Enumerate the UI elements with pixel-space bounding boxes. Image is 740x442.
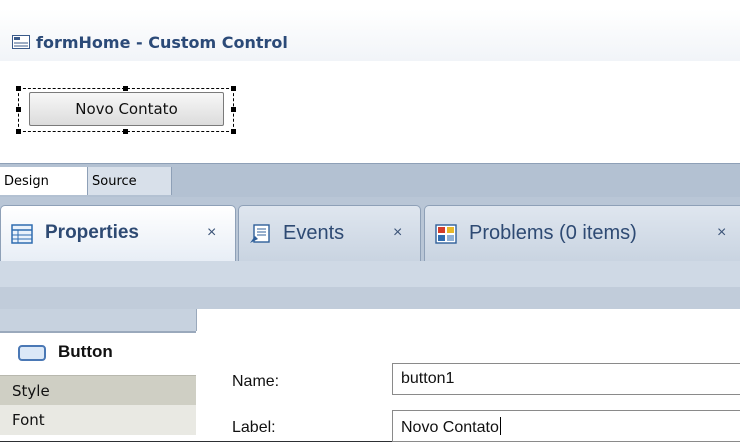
tab-problems[interactable]: Problems (0 items) × <box>424 205 740 261</box>
label-field[interactable]: Novo Contato <box>392 410 740 442</box>
resize-handle-tr[interactable] <box>231 86 236 91</box>
category-header-label: Button <box>58 342 113 361</box>
resize-handle-tl[interactable] <box>16 86 21 91</box>
resize-handle-mr[interactable] <box>231 107 236 112</box>
category-item-style[interactable]: Style <box>0 375 196 405</box>
resize-handle-tc[interactable] <box>123 86 128 91</box>
events-icon <box>250 224 270 243</box>
resize-handle-bl[interactable] <box>16 129 21 134</box>
editor-title: formHome - Custom Control <box>36 33 288 52</box>
tab-properties-label: Properties <box>45 222 139 243</box>
ide-window: formHome - Custom Control Novo Contato D… <box>0 0 740 442</box>
label-label: Label: <box>232 419 276 436</box>
properties-icon <box>11 224 33 244</box>
editor-header: formHome - Custom Control <box>0 9 740 61</box>
name-field[interactable]: button1 <box>392 363 740 395</box>
canvas-button-novo-contato[interactable]: Novo Contato <box>29 92 224 126</box>
name-label: Name: <box>232 373 280 390</box>
tab-source[interactable]: Source <box>88 167 172 195</box>
custom-control-icon <box>12 35 30 49</box>
views-toolbar <box>0 261 740 287</box>
close-icon[interactable]: × <box>717 224 726 242</box>
button-icon <box>18 345 46 361</box>
views-panel: Properties × Events × Problems (0 items)… <box>0 197 740 442</box>
resize-handle-br[interactable] <box>231 129 236 134</box>
design-canvas[interactable]: Novo Contato <box>0 61 740 163</box>
close-icon[interactable]: × <box>393 224 402 242</box>
text-caret <box>499 417 501 435</box>
resize-handle-bc[interactable] <box>123 129 128 134</box>
tab-events-label: Events <box>283 222 345 244</box>
close-icon[interactable]: × <box>207 224 216 242</box>
tab-properties[interactable]: Properties × <box>0 205 236 261</box>
views-tabbar: Properties × Events × Problems (0 items)… <box>0 205 740 261</box>
resize-handle-ml[interactable] <box>16 107 21 112</box>
tab-design[interactable]: Design <box>0 167 88 195</box>
category-header: Button <box>0 333 196 371</box>
category-item-font[interactable]: Font <box>0 405 196 435</box>
editor-pane: formHome - Custom Control Novo Contato <box>0 0 740 163</box>
properties-body: Button Style Font Name: button1 Label: N… <box>0 309 740 442</box>
problems-icon <box>435 224 457 244</box>
editor-mode-bar: Design Source <box>0 163 740 198</box>
views-separator <box>0 287 740 309</box>
properties-left-header <box>0 309 197 331</box>
tab-events[interactable]: Events × <box>238 205 421 261</box>
label-field-value: Novo Contato <box>401 419 499 436</box>
properties-category-list: Button Style Font <box>0 333 196 441</box>
name-field-value: button1 <box>401 370 455 387</box>
tab-problems-label: Problems (0 items) <box>469 222 637 244</box>
